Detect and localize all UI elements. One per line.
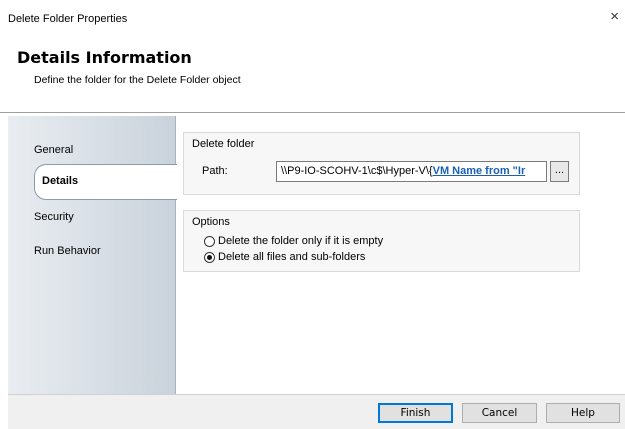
radio-delete-if-empty[interactable]: Delete the folder only if it is empty (204, 235, 383, 247)
options-group: Options Delete the folder only if it is … (183, 210, 580, 272)
radio-unchecked-icon (204, 235, 215, 247)
footer-bar: Finish Cancel Help (8, 394, 625, 429)
radio-delete-if-empty-label: Delete the folder only if it is empty (218, 235, 384, 247)
delete-folder-legend: Delete folder (192, 138, 255, 150)
tab-security[interactable]: Security (34, 211, 74, 223)
path-token-link[interactable]: VM Name from "Ir (433, 165, 526, 177)
page-title: Details Information (17, 48, 192, 67)
finish-button[interactable]: Finish (378, 403, 453, 423)
title-bar: Delete Folder Properties × (0, 0, 625, 38)
options-legend: Options (192, 216, 230, 228)
path-label: Path: (202, 165, 228, 177)
tab-details[interactable]: Details (34, 164, 177, 200)
cancel-button[interactable]: Cancel (462, 403, 537, 423)
path-prefix: \\P9-IO-SCOHV-1\c$\Hyper-V\{ (281, 165, 433, 177)
help-button[interactable]: Help (546, 403, 620, 423)
page-subtitle: Define the folder for the Delete Folder … (34, 74, 241, 86)
radio-delete-all[interactable]: Delete all files and sub-folders (204, 251, 365, 263)
browse-button[interactable]: ... (550, 161, 569, 182)
header-panel: Details Information Define the folder fo… (0, 38, 625, 112)
close-icon[interactable]: × (610, 9, 619, 24)
tab-general[interactable]: General (34, 144, 73, 156)
window-title: Delete Folder Properties (8, 13, 128, 25)
content-area: General Details Security Run Behavior De… (8, 116, 625, 394)
tab-run-behavior[interactable]: Run Behavior (34, 245, 101, 257)
delete-folder-group: Delete folder Path: \\P9-IO-SCOHV-1\c$\H… (183, 132, 580, 195)
radio-delete-all-label: Delete all files and sub-folders (218, 251, 366, 263)
radio-checked-icon (204, 251, 215, 263)
header-divider (0, 112, 625, 113)
sidebar: General Details Security Run Behavior (8, 116, 177, 394)
path-input[interactable]: \\P9-IO-SCOHV-1\c$\Hyper-V\{VM Name from… (276, 161, 547, 182)
